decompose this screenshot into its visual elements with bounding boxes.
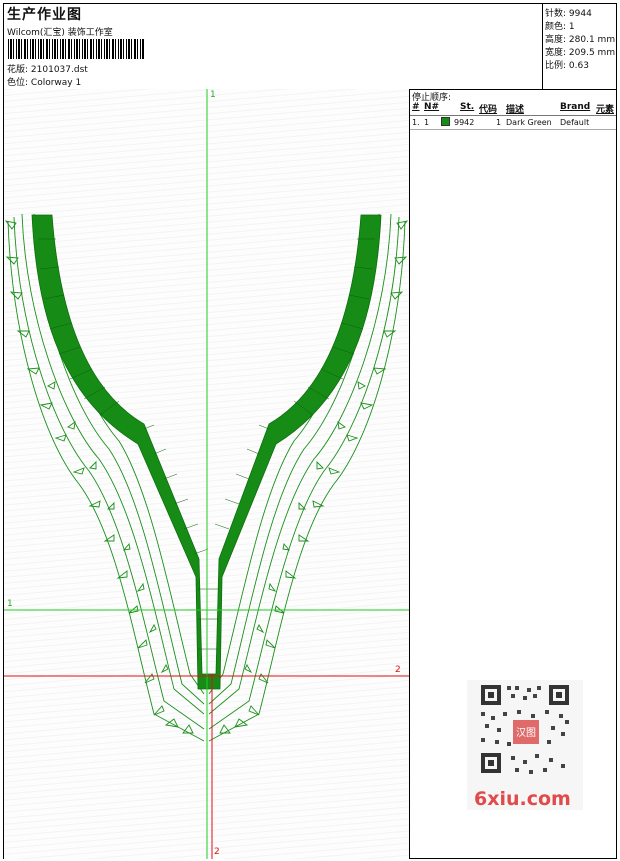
pattern-line: 花版: 2101037.dst bbox=[7, 62, 88, 75]
stat-stitches-value: 9944 bbox=[568, 9, 592, 19]
guide-marker-h1: 1 bbox=[7, 599, 13, 609]
stat-width: 宽度: 209.5 mm bbox=[545, 45, 615, 58]
stat-stitches: 针数: 9944 bbox=[545, 6, 592, 19]
stat-scale: 比例: 0.63 bbox=[545, 58, 589, 71]
colorway-label: 色位: bbox=[7, 78, 29, 88]
stats-box: 针数: 9944 颜色: 1 高度: 280.1 mm 宽度: 209.5 mm… bbox=[542, 4, 617, 89]
row-needle: 1 bbox=[424, 118, 430, 127]
colorway-line: 色位: Colorway 1 bbox=[7, 75, 81, 88]
row-description: Dark Green bbox=[506, 118, 552, 127]
stop-sequence-header: # N# St. 代码 描述 Brand 元素 bbox=[410, 102, 616, 116]
stat-width-value: 209.5 mm bbox=[568, 48, 616, 58]
stat-scale-label: 比例: bbox=[545, 61, 567, 71]
stat-height-label: 高度: bbox=[545, 35, 567, 45]
col-needle: N# bbox=[424, 102, 440, 112]
svg-text:汉图: 汉图 bbox=[516, 727, 536, 739]
design-preview: 1 1 2 2 bbox=[4, 89, 410, 859]
stat-stitches-label: 针数: bbox=[545, 9, 567, 19]
barcode bbox=[8, 39, 144, 59]
guide-marker-v1: 1 bbox=[210, 90, 216, 100]
pattern-value: 2101037.dst bbox=[30, 65, 88, 75]
sheet-title: 生产作业图 bbox=[7, 7, 82, 23]
sheet-header: 生产作业图 Wilcom(汇宝) 装饰工作室 花版: 2101037.dst 色… bbox=[4, 4, 616, 90]
embroidery-design bbox=[4, 89, 409, 859]
stat-colors-value: 1 bbox=[568, 22, 575, 32]
col-description: 描述 bbox=[506, 105, 525, 115]
row-brand: Default bbox=[560, 118, 590, 127]
row-index: 1. bbox=[412, 118, 420, 127]
stat-colors-label: 颜色: bbox=[545, 22, 567, 32]
col-code: 代码 bbox=[479, 105, 498, 115]
color-swatch bbox=[441, 117, 450, 128]
watermark-text: 6xiu.com bbox=[474, 788, 571, 810]
row-code: 1 bbox=[496, 118, 502, 127]
pattern-label: 花版: bbox=[7, 65, 29, 75]
stat-width-label: 宽度: bbox=[545, 48, 567, 58]
guide-marker-h2: 2 bbox=[395, 665, 401, 675]
col-element: 元素 bbox=[596, 105, 615, 115]
lace-outline-left bbox=[7, 213, 205, 742]
col-stitches: St. bbox=[460, 102, 475, 112]
qr-code-image: 汉图 bbox=[481, 685, 569, 774]
colorway-value: Colorway 1 bbox=[30, 78, 82, 88]
stat-height-value: 280.1 mm bbox=[568, 35, 616, 45]
stat-height: 高度: 280.1 mm bbox=[545, 32, 615, 45]
stat-scale-value: 0.63 bbox=[568, 61, 589, 71]
table-row: 1. 1 9942 1 Dark Green Default bbox=[410, 116, 616, 130]
col-brand: Brand bbox=[560, 102, 591, 112]
stat-colors: 颜色: 1 bbox=[545, 19, 575, 32]
guide-marker-v2: 2 bbox=[214, 847, 220, 857]
row-stitches: 9942 bbox=[454, 118, 475, 127]
col-index: # bbox=[412, 102, 420, 112]
lace-outline-right bbox=[208, 213, 406, 742]
company-name: Wilcom(汇宝) 装饰工作室 bbox=[7, 28, 113, 38]
